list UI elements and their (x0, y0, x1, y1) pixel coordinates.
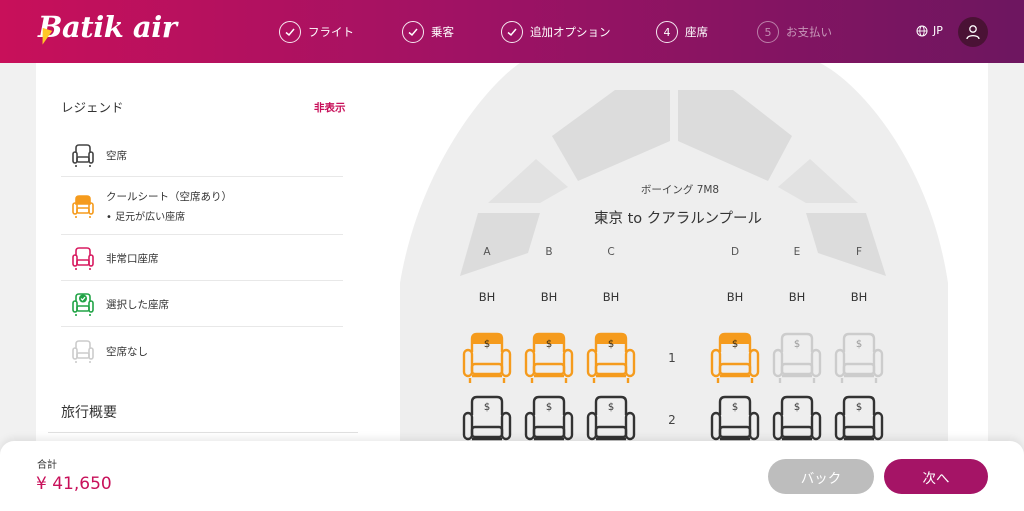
legend-item-selected: 選択した座席 (61, 282, 343, 327)
available-seat-icon (72, 144, 94, 167)
seat-2d[interactable]: $ (709, 395, 761, 447)
legend-label: 非常口座席 (106, 252, 159, 265)
step-payment[interactable]: 5 お支払い (757, 19, 832, 45)
step-extras[interactable]: 追加オプション (501, 19, 611, 45)
language-label: JP (933, 24, 943, 37)
seat-2f[interactable]: $ (833, 395, 885, 447)
step-number: 5 (757, 21, 779, 43)
row-number: 1 (668, 351, 676, 365)
logo-text: Batik air (38, 10, 177, 44)
price-icon: $ (856, 339, 862, 350)
legend-title: レジェンド (61, 100, 124, 115)
aircraft-type: ボーイング 7M8 (640, 184, 720, 196)
price-icon: $ (608, 402, 614, 413)
legend-item-available: 空席 (61, 134, 343, 177)
legend-label: 空席 (106, 149, 127, 162)
price-icon: $ (794, 339, 800, 350)
step-label: 追加オプション (530, 25, 611, 39)
next-button[interactable]: 次へ (884, 459, 988, 494)
route-title: 東京 to クアラルンプール (593, 211, 763, 227)
total-price: ¥ 41,650 (36, 474, 112, 494)
bh-label: BH (478, 290, 496, 304)
globe-icon (916, 25, 928, 36)
cool-seat-icon (72, 195, 94, 218)
row-number: 2 (668, 413, 676, 427)
seat-2b[interactable]: $ (523, 395, 575, 447)
seat-1a[interactable]: $ (461, 332, 513, 384)
check-icon (279, 21, 301, 43)
seat-2a[interactable]: $ (461, 395, 513, 447)
seat-2e[interactable]: $ (771, 395, 823, 447)
seat-1d[interactable]: $ (709, 332, 761, 384)
legend-label: クールシート（空席あり） (106, 191, 232, 203)
bh-label: BH (602, 290, 620, 304)
bh-label: BH (540, 290, 558, 304)
column-label-d: D (730, 246, 740, 258)
legend-item-cool-seat: クールシート（空席あり） • 足元が広い座席 (61, 178, 343, 235)
exit-seat-icon (72, 247, 94, 270)
divider (48, 432, 358, 433)
price-icon: $ (732, 402, 738, 413)
price-icon: $ (546, 339, 552, 350)
bh-label: BH (850, 290, 868, 304)
price-icon: $ (608, 339, 614, 350)
legend-hide-link[interactable]: 非表示 (314, 100, 346, 115)
step-seats[interactable]: 4 座席 (656, 19, 708, 45)
check-icon (402, 21, 424, 43)
column-label-b: B (545, 246, 553, 258)
language-selector[interactable]: JP (916, 24, 943, 37)
bh-label: BH (726, 290, 744, 304)
legend-label: 空席なし (106, 345, 148, 358)
legend-label: 選択した座席 (106, 298, 169, 311)
step-number: 4 (656, 21, 678, 43)
step-label: フライト (308, 25, 354, 39)
back-button[interactable]: バック (768, 459, 874, 494)
column-label-e: E (793, 246, 801, 258)
price-icon: $ (732, 339, 738, 350)
step-passengers[interactable]: 乗客 (402, 19, 454, 45)
price-icon: $ (484, 402, 490, 413)
legend-item-exit-seat: 非常口座席 (61, 236, 343, 281)
user-account-button[interactable] (958, 17, 988, 47)
price-icon: $ (484, 339, 490, 350)
column-label-f: F (855, 246, 863, 258)
seat-1c[interactable]: $ (585, 332, 637, 384)
seat-1b[interactable]: $ (523, 332, 575, 384)
selected-seat-icon (72, 293, 94, 316)
step-label: お支払い (786, 25, 832, 39)
total-label: 合計 (37, 460, 57, 471)
batik-air-logo[interactable]: Batik air (37, 10, 177, 47)
legend-item-unavailable: 空席なし (61, 328, 343, 374)
seat-2c[interactable]: $ (585, 395, 637, 447)
step-label: 座席 (685, 25, 708, 39)
price-icon: $ (546, 402, 552, 413)
column-label-a: A (483, 246, 491, 258)
top-header: Batik air フライト 乗客 追加オプション 4 座席 5 お支払い JP (0, 0, 1024, 63)
step-flight[interactable]: フライト (279, 19, 354, 45)
trip-summary-title: 旅行概要 (61, 405, 117, 421)
legend-sub-label: • 足元が広い座席 (106, 212, 186, 223)
bh-label: BH (788, 290, 806, 304)
check-icon (501, 21, 523, 43)
user-icon (966, 25, 980, 40)
seat-1e: $ (772, 332, 822, 383)
price-icon: $ (856, 402, 862, 413)
seat-1f: $ (834, 332, 884, 383)
price-icon: $ (794, 402, 800, 413)
column-label-c: C (607, 246, 615, 258)
unavailable-seat-icon (72, 340, 94, 363)
step-label: 乗客 (431, 25, 454, 39)
